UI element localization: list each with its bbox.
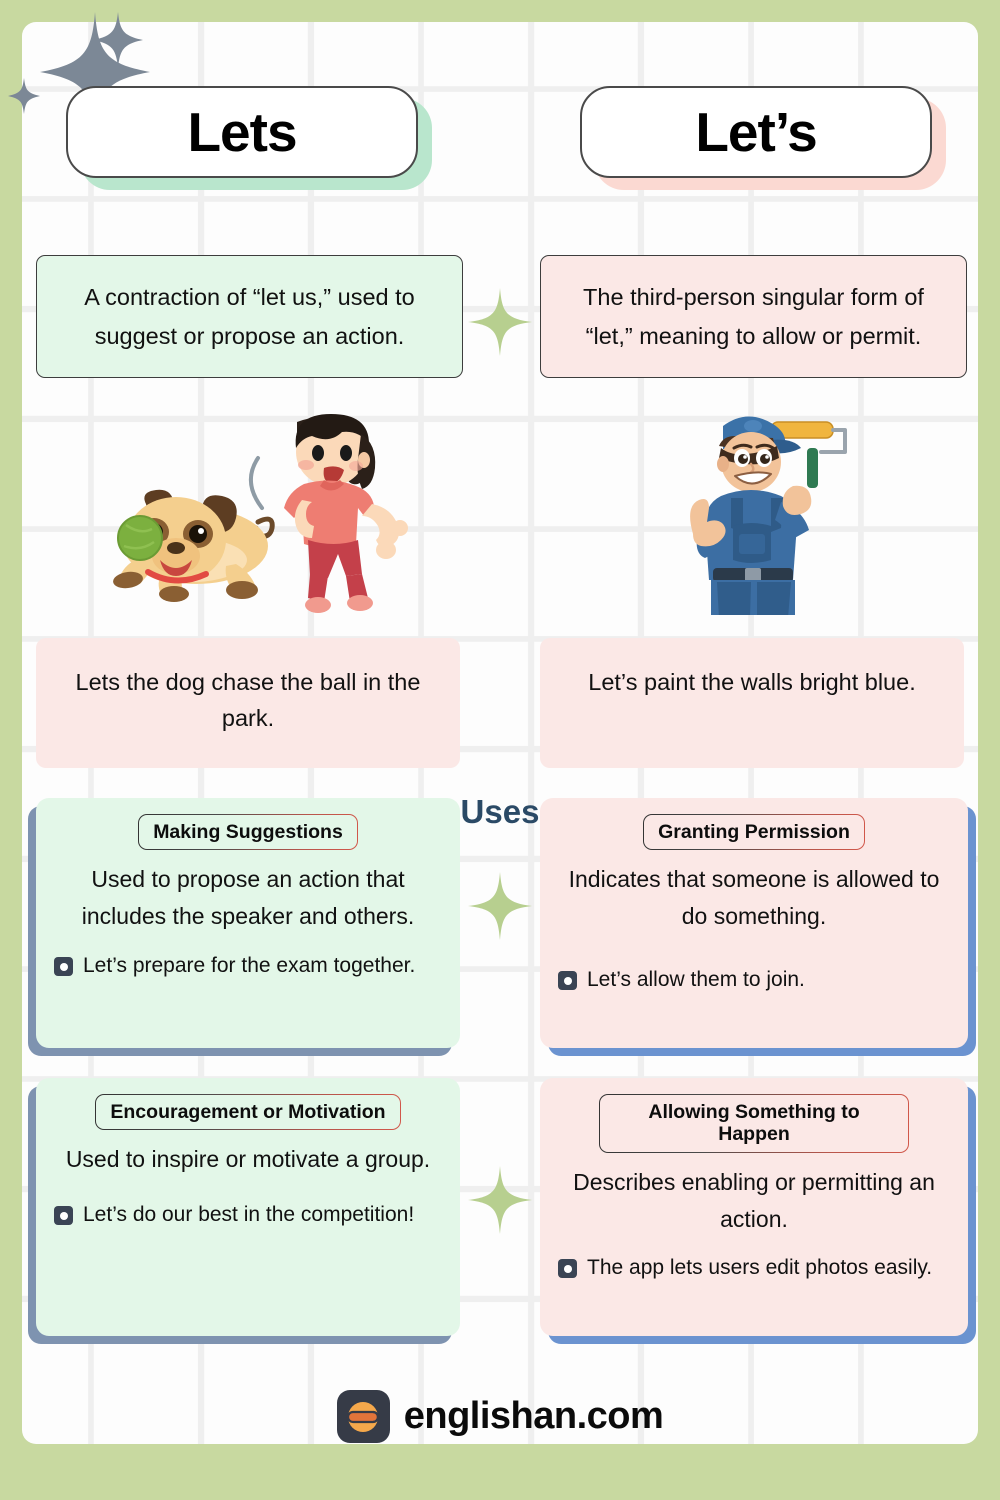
use-card-example-row: The app lets users edit photos easily. bbox=[558, 1253, 950, 1283]
use-card-example-text: The app lets users edit photos easily. bbox=[587, 1256, 933, 1280]
headings-row: Lets Let’s bbox=[0, 86, 1000, 196]
use-card-example-row: Let’s allow them to join. bbox=[558, 965, 950, 995]
use-card-example-text: Let’s prepare for the exam together. bbox=[83, 954, 416, 978]
use-card-encouragement-or-motivation: Encouragement or Motivation Used to insp… bbox=[36, 1078, 460, 1336]
bullet-square-icon bbox=[54, 1206, 73, 1226]
use-card-example-row: Let’s prepare for the exam together. bbox=[54, 951, 442, 981]
bullet-square-icon bbox=[54, 957, 73, 977]
use-card-badge: Encouragement or Motivation bbox=[95, 1094, 400, 1130]
example-box-lets: Lets the dog chase the ball in the park. bbox=[36, 638, 460, 768]
use-card-example-text: Let’s allow them to join. bbox=[587, 968, 805, 992]
use-card-description: Used to propose an action that includes … bbox=[81, 866, 415, 930]
use-card-description: Indicates that someone is allowed to do … bbox=[568, 866, 940, 930]
footer-brand: englishan.com bbox=[0, 1390, 1000, 1443]
illustration-girl-throwing-ball-with-dog bbox=[36, 400, 463, 615]
use-card-allowing-something-to-happen: Allowing Something to Happen Describes e… bbox=[540, 1078, 968, 1336]
page-title-lets-apostrophe: Let’s bbox=[695, 100, 817, 163]
footer-brand-text: englishan.com bbox=[403, 1395, 664, 1437]
use-card-description: Describes enabling or permitting an acti… bbox=[573, 1168, 935, 1232]
use-card-making-suggestions: Making Suggestions Used to propose an ac… bbox=[36, 798, 460, 1048]
uses-section-heading: Uses bbox=[460, 793, 540, 830]
page-title-lets: Lets bbox=[187, 100, 297, 163]
use-card-badge: Allowing Something to Happen bbox=[599, 1094, 909, 1153]
englishan-e-logo-icon bbox=[336, 1390, 390, 1443]
heading-card-lets-apostrophe: Let’s bbox=[580, 86, 946, 190]
use-card-example-row: Let’s do our best in the competition! bbox=[54, 1200, 442, 1230]
use-card-granting-permission: Granting Permission Indicates that someo… bbox=[540, 798, 968, 1048]
example-text-lets-apostrophe: Let’s paint the walls bright blue. bbox=[588, 669, 916, 695]
definition-text-lets-apostrophe: The third-person singular form of “let,”… bbox=[583, 284, 924, 349]
bullet-square-icon bbox=[558, 1259, 577, 1279]
heading-box-left: Lets bbox=[66, 86, 418, 178]
heading-box-right: Let’s bbox=[580, 86, 932, 178]
use-card-description: Used to inspire or motivate a group. bbox=[65, 1146, 431, 1173]
example-box-lets-apostrophe: Let’s paint the walls bright blue. bbox=[540, 638, 964, 768]
bullet-square-icon bbox=[558, 971, 577, 991]
illustration-painter-with-roller bbox=[540, 400, 967, 661]
example-text-lets: Lets the dog chase the ball in the park. bbox=[75, 669, 421, 732]
definition-box-lets-apostrophe: The third-person singular form of “let,”… bbox=[540, 255, 967, 378]
use-card-example-text: Let’s do our best in the competition! bbox=[83, 1203, 415, 1227]
definition-box-lets: A contraction of “let us,” used to sugge… bbox=[36, 255, 463, 378]
heading-card-lets: Lets bbox=[66, 86, 432, 190]
definition-text-lets: A contraction of “let us,” used to sugge… bbox=[84, 284, 415, 349]
